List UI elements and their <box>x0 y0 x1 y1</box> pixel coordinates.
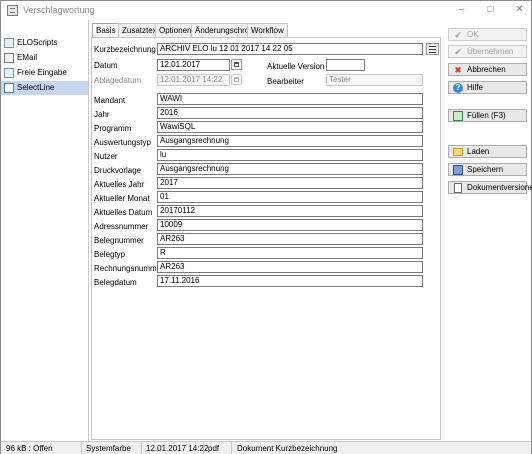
datum-label: Datum <box>94 61 118 70</box>
bearbeiter-field: Tester <box>326 74 423 86</box>
close-button[interactable]: ✕ <box>506 1 532 20</box>
hilfe-button[interactable]: ? Hilfe <box>448 81 527 94</box>
status-size: 96 kB : Offen <box>6 444 53 453</box>
minimize-button[interactable]: – <box>448 1 475 20</box>
mask-sidebar: ELOScripts EMail Freie Eingabe SelectLin… <box>1 20 89 441</box>
programm-field[interactable]: WawiSQL <box>157 121 423 133</box>
abbrechen-button-label: Abbrechen <box>467 65 506 74</box>
sidebar-item-label: Freie Eingabe <box>17 68 67 77</box>
jahr-field[interactable]: 2016 <box>157 107 423 119</box>
uebernehmen-button[interactable]: ✔ Übernehmen <box>448 45 527 58</box>
sidebar-item-freie-eingabe[interactable]: Freie Eingabe <box>1 66 88 80</box>
belegdatum-label: Belegdatum <box>94 278 137 287</box>
auswertungstyp-field[interactable]: Ausgangsrechnung <box>157 135 423 147</box>
status-color: Systemfarbe <box>86 444 131 453</box>
checkmark-icon: ✔ <box>454 30 462 40</box>
status-filetype: pdf <box>208 444 220 453</box>
selectline-icon <box>4 83 14 93</box>
mail-icon <box>4 53 14 63</box>
dokumentversionen-button-label: Dokumentversionen <box>467 183 532 192</box>
status-bar: 96 kB : Offen Systemfarbe 12.01.2017 14:… <box>1 441 531 454</box>
programm-label: Programm <box>94 124 132 133</box>
sidebar-item-selectline[interactable]: SelectLine <box>1 81 88 95</box>
script-icon <box>4 38 14 48</box>
app-window-icon <box>7 5 18 16</box>
rechnungsnummer-field[interactable]: AR263 <box>157 261 423 273</box>
list-icon[interactable] <box>426 43 439 55</box>
abbrechen-button[interactable]: ✖ Abbrechen <box>448 63 527 76</box>
aktueller-monat-field[interactable]: 01 <box>157 191 423 203</box>
auswertungstyp-label: Auswertungstyp <box>94 138 151 147</box>
nutzer-label: Nutzer <box>94 152 118 161</box>
sidebar-item-email[interactable]: EMail <box>1 51 88 65</box>
verschlagwortung-dialog: Verschlagwortung – □ ✕ ELOScripts EMail … <box>0 0 532 454</box>
calendar-icon[interactable] <box>231 59 242 70</box>
jahr-label: Jahr <box>94 110 110 119</box>
sidebar-item-eloscripts[interactable]: ELOScripts <box>1 36 88 50</box>
druckvorlage-field[interactable]: Ausgangsrechnung <box>157 163 423 175</box>
ablagedatum-label: Ablagedatum <box>94 76 142 85</box>
sidebar-item-label: ELOScripts <box>17 38 58 47</box>
cancel-icon: ✖ <box>454 65 462 75</box>
uebernehmen-button-label: Übernehmen <box>467 47 514 56</box>
ok-button[interactable]: ✔ OK <box>448 28 527 41</box>
calendar-icon <box>231 74 242 85</box>
belegtyp-label: Belegtyp <box>94 250 126 259</box>
tab-basis[interactable]: Basis <box>92 23 120 38</box>
checkmark-icon: ✔ <box>454 47 462 57</box>
edit-icon <box>4 68 14 78</box>
save-icon <box>453 165 463 175</box>
hilfe-button-label: Hilfe <box>467 83 484 92</box>
adressnummer-field[interactable]: 10009 <box>157 219 423 231</box>
aktuelles-datum-field[interactable]: 20170112 <box>157 205 423 217</box>
aktuelle-version-label: Aktuelle Version <box>267 62 325 71</box>
adressnummer-label: Adressnummer <box>94 222 149 231</box>
mandant-label: Mandant <box>94 96 126 105</box>
rechnungsnummer-label: Rechnungsnummer <box>94 264 164 273</box>
bearbeiter-label: Bearbeiter <box>267 77 304 86</box>
document-versions-icon <box>454 183 462 193</box>
belegnummer-label: Belegnummer <box>94 236 144 245</box>
datum-field[interactable]: 12.01.2017 <box>157 59 230 71</box>
fill-icon <box>453 111 463 121</box>
ablagedatum-field: 12.01.2017 14:22 <box>157 74 230 86</box>
status-document: Dokument Kurzbezeichnung <box>237 444 338 453</box>
nutzer-field[interactable]: lu <box>157 149 423 161</box>
ok-button-label: OK <box>467 30 479 39</box>
help-icon: ? <box>453 83 463 93</box>
aktuelle-version-field[interactable] <box>326 59 365 71</box>
sidebar-item-label: EMail <box>17 53 38 62</box>
laden-button[interactable]: Laden <box>448 145 527 158</box>
belegdatum-field[interactable]: 17.11.2016 <box>157 275 423 287</box>
status-datetime: 12.01.2017 14:22 <box>146 444 209 453</box>
aktueller-monat-label: Aktueller Monat <box>94 194 150 203</box>
tab-workflow[interactable]: Workflow <box>247 23 288 37</box>
fuellen-button-label: Füllen (F3) <box>467 111 506 120</box>
speichern-button-label: Speichern <box>467 165 504 174</box>
window-title: Verschlagwortung <box>23 5 95 15</box>
druckvorlage-label: Druckvorlage <box>94 166 142 175</box>
belegtyp-field[interactable]: R <box>157 247 423 259</box>
speichern-button[interactable]: Speichern <box>448 163 527 176</box>
aktuelles-jahr-field[interactable]: 2017 <box>157 177 423 189</box>
mandant-field[interactable]: WAWI <box>157 93 423 105</box>
folder-icon <box>453 148 463 156</box>
laden-button-label: Laden <box>467 147 490 156</box>
aktuelles-jahr-label: Aktuelles Jahr <box>94 180 145 189</box>
maximize-button[interactable]: □ <box>477 1 504 20</box>
kurzbezeichnung-field[interactable]: ARCHIV ELO lu 12 01 2017 14 22 05 <box>157 43 423 55</box>
tab-optionen[interactable]: Optionen <box>155 23 196 37</box>
dokumentversionen-button[interactable]: Dokumentversionen <box>448 181 532 194</box>
kurzbezeichnung-label: Kurzbezeichnung <box>94 45 156 54</box>
fuellen-button[interactable]: Füllen (F3) <box>448 109 527 122</box>
sidebar-item-label: SelectLine <box>17 83 55 92</box>
aktuelles-datum-label: Aktuelles Datum <box>94 208 153 217</box>
belegnummer-field[interactable]: AR263 <box>157 233 423 245</box>
title-bar: Verschlagwortung – □ ✕ <box>1 1 531 20</box>
